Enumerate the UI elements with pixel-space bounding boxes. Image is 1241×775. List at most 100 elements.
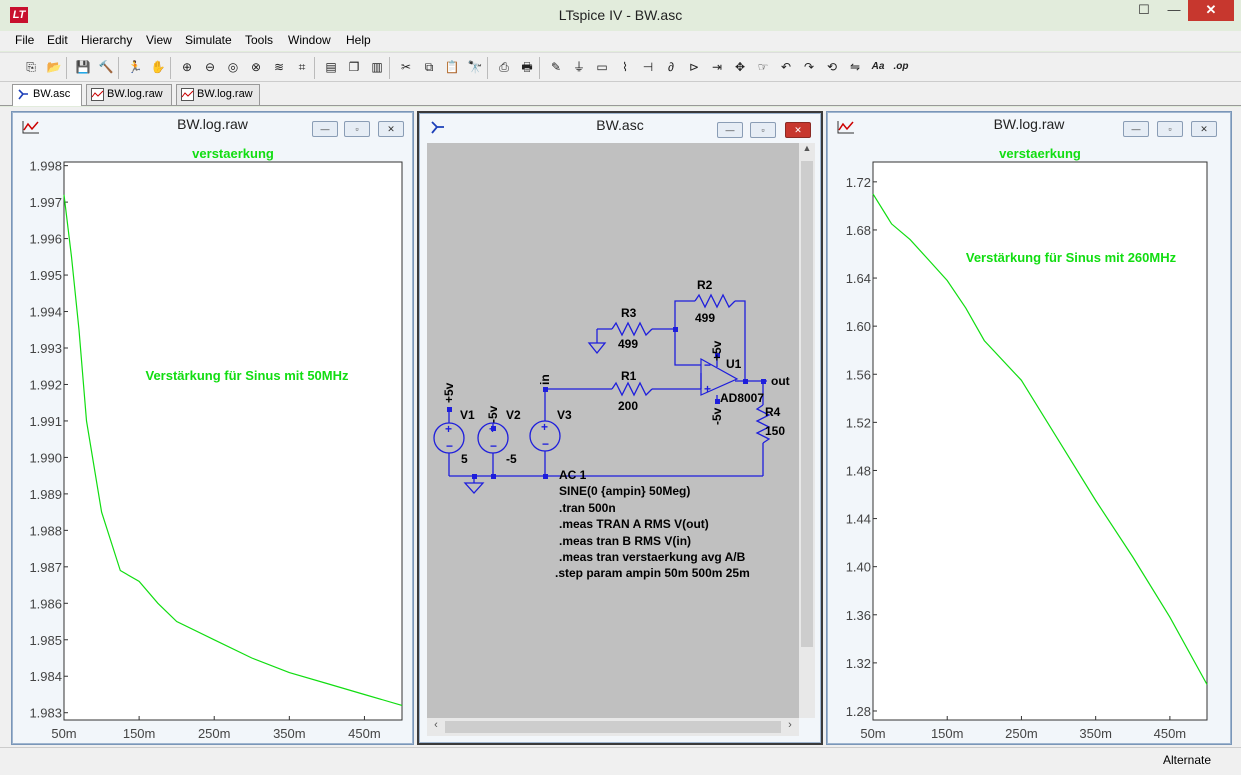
component-icon[interactable]: ⇥ xyxy=(708,58,726,76)
directive-sine[interactable]: SINE(0 {ampin} 50Meg) xyxy=(559,484,690,498)
tile-horizontal-icon[interactable]: ▤ xyxy=(322,58,340,76)
print-setup-icon[interactable]: ⎙ xyxy=(495,58,513,76)
y-tick-label: 1.996 xyxy=(29,232,62,247)
menu-edit[interactable]: Edit xyxy=(47,33,68,47)
directive-ac[interactable]: AC 1 xyxy=(559,468,587,482)
directive-meas-a[interactable]: .meas TRAN A RMS V(out) xyxy=(559,517,709,531)
waveform-icon xyxy=(91,88,104,101)
cut-icon[interactable]: ✂ xyxy=(397,58,415,76)
directive-step[interactable]: .step param ampin 50m 500m 25m xyxy=(555,566,750,580)
rotate-icon[interactable]: ⟲ xyxy=(823,58,841,76)
x-tick-label: 150m xyxy=(123,726,156,741)
scroll-left-icon[interactable]: ‹ xyxy=(429,719,443,735)
restore-button[interactable]: ▫ xyxy=(1157,121,1183,137)
tab-bw-asc[interactable]: BW.asc xyxy=(12,84,82,106)
halt-icon[interactable]: ✋ xyxy=(149,58,167,76)
open-icon[interactable]: 📂 xyxy=(45,58,63,76)
close-button[interactable]: ✕ xyxy=(1191,121,1217,137)
x-tick-label: 450m xyxy=(348,726,381,741)
menu-tools[interactable]: Tools xyxy=(245,33,273,47)
redo-icon[interactable]: ↷ xyxy=(800,58,818,76)
horizontal-scrollbar[interactable]: ‹ › xyxy=(427,718,799,736)
svg-text:+: + xyxy=(704,382,711,396)
plot-area[interactable] xyxy=(872,161,1208,721)
scroll-right-icon[interactable]: › xyxy=(783,719,797,735)
x-tick-label: 150m xyxy=(931,726,964,741)
menu-view[interactable]: View xyxy=(146,33,172,47)
close-button[interactable]: ✕ xyxy=(785,122,811,138)
draw-wire-icon[interactable]: ✎ xyxy=(547,58,565,76)
text-icon[interactable]: Aa xyxy=(869,58,887,76)
tile-vertical-icon[interactable]: ▥ xyxy=(368,58,386,76)
find-icon[interactable]: 🔭 xyxy=(466,58,484,76)
menu-window[interactable]: Window xyxy=(288,33,331,47)
undo-icon[interactable]: ↶ xyxy=(777,58,795,76)
move-icon[interactable]: ✥ xyxy=(731,58,749,76)
restore-button[interactable]: ▫ xyxy=(344,121,370,137)
paste-icon[interactable]: 📋 xyxy=(443,58,461,76)
r2-value: 499 xyxy=(695,311,715,325)
minimize-button[interactable]: — xyxy=(717,122,743,138)
directive-tran[interactable]: .tran 500n xyxy=(559,501,616,515)
zoom-fit-icon[interactable]: ◎ xyxy=(224,58,242,76)
resistor-icon[interactable]: ⌇ xyxy=(616,58,634,76)
close-button[interactable]: ✕ xyxy=(1188,0,1234,21)
plot-window-left[interactable]: BW.log.raw — ▫ ✕ 1.998 1.997 1.996 1.995 1.9… xyxy=(11,111,414,745)
menu-file[interactable]: File xyxy=(15,33,34,47)
toolbar-separator xyxy=(389,57,390,79)
pick-trace-icon[interactable]: ⌗ xyxy=(293,58,311,76)
new-schematic-icon[interactable]: ⎘ xyxy=(22,58,40,76)
cascade-icon[interactable]: ❐ xyxy=(345,58,363,76)
tab-label: BW.asc xyxy=(33,88,71,100)
plot-area[interactable] xyxy=(63,161,403,721)
scroll-up-icon[interactable]: ▲ xyxy=(800,143,814,157)
directive-meas-verstaerkung[interactable]: .meas tran verstaerkung avg A/B xyxy=(559,550,746,564)
y-tick-label: 1.990 xyxy=(29,450,62,465)
u1-part: AD8007 xyxy=(720,391,764,405)
autorange-icon[interactable]: ≋ xyxy=(270,58,288,76)
inductor-icon[interactable]: ∂ xyxy=(662,58,680,76)
scroll-thumb[interactable] xyxy=(801,161,813,647)
label-net-icon[interactable]: ▭ xyxy=(593,58,611,76)
ground-icon[interactable]: ⏚ xyxy=(570,58,588,76)
drag-icon[interactable]: ☞ xyxy=(754,58,772,76)
capacitor-icon[interactable]: ⊣ xyxy=(639,58,657,76)
menu-hierarchy[interactable]: Hierarchy xyxy=(81,33,132,47)
scroll-thumb[interactable] xyxy=(445,721,781,733)
close-button[interactable]: ✕ xyxy=(378,121,404,137)
zoom-in-icon[interactable]: ⊕ xyxy=(178,58,196,76)
vertical-scrollbar[interactable]: ▲ xyxy=(799,143,815,718)
mirror-icon[interactable]: ⇋ xyxy=(846,58,864,76)
y-tick-label: 1.48 xyxy=(846,463,871,478)
y-tick-label: 1.997 xyxy=(29,195,62,210)
zoom-out-icon[interactable]: ⊖ xyxy=(201,58,219,76)
menu-simulate[interactable]: Simulate xyxy=(185,33,232,47)
run-icon[interactable]: 🏃 xyxy=(126,58,144,76)
copy-icon[interactable]: ⧉ xyxy=(420,58,438,76)
menu-help[interactable]: Help xyxy=(346,33,371,47)
v2-value: -5 xyxy=(506,452,517,466)
minimize-button[interactable]: — xyxy=(1160,0,1188,21)
r2-label: R2 xyxy=(697,278,713,292)
schematic-window[interactable]: BW.asc — ▫ ✕ + − − + − − + R1 200 R3 499… xyxy=(417,111,823,745)
restore-button[interactable]: ▫ xyxy=(750,122,776,138)
maximize-button[interactable]: ☐ xyxy=(1130,0,1158,21)
plot-pane[interactable]: 1.72 1.68 1.64 1.60 1.56 1.52 1.48 1.44 1.40 1.36… xyxy=(831,142,1227,742)
tab-bw-log-raw-2[interactable]: BW.log.raw xyxy=(176,84,260,105)
y-tick-label: 1.992 xyxy=(29,377,62,392)
tab-bw-log-raw-1[interactable]: BW.log.raw xyxy=(86,84,172,105)
zoom-cancel-icon[interactable]: ⊗ xyxy=(247,58,265,76)
minimize-button[interactable]: — xyxy=(1123,121,1149,137)
print-icon[interactable]: 🖶 xyxy=(518,58,536,76)
window-title: LTspice IV - BW.asc xyxy=(558,7,683,23)
plot-pane[interactable]: 1.998 1.997 1.996 1.995 1.994 1.993 1.992 1.991… xyxy=(18,142,408,742)
directive-meas-b[interactable]: .meas tran B RMS V(in) xyxy=(559,534,691,548)
minimize-button[interactable]: — xyxy=(312,121,338,137)
schematic-canvas[interactable]: +− +− +− −+ R1 200 xyxy=(427,143,799,718)
plot-window-right[interactable]: BW.log.raw — ▫ ✕ 1.72 1.68 1.64 1.60 1.56 1.5… xyxy=(826,111,1232,745)
diode-icon[interactable]: ⊳ xyxy=(685,58,703,76)
control-panel-icon[interactable]: 🔨 xyxy=(97,58,115,76)
toolbar-separator xyxy=(118,57,119,79)
spice-directive-icon[interactable]: .op xyxy=(892,58,910,76)
save-icon[interactable]: 💾 xyxy=(74,58,92,76)
